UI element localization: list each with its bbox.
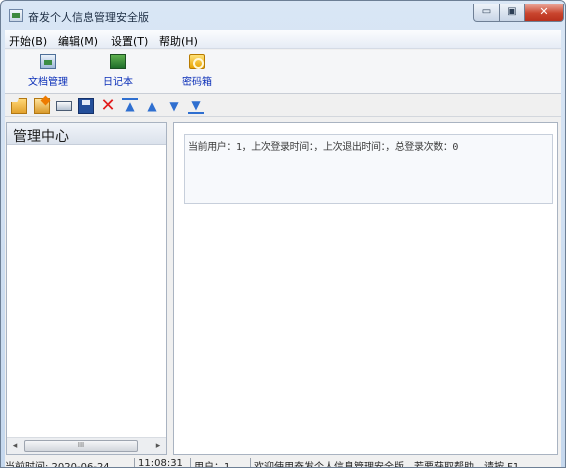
main-toolbar: 文档管理 日记本 密码箱	[5, 50, 561, 94]
content-panel: 当前用户：1，上次登录时间：，上次退出时间：，总登录次数：0	[173, 122, 558, 455]
status-message: 欢迎使用奋发个人信息管理安全版，若要获取帮助，请按 F1	[250, 458, 558, 467]
client-area: 开始(B) 编辑(M) 设置(T) 帮助(H) 文档管理 日记本 密码箱 ✕ ▲…	[5, 30, 561, 468]
status-bar: 当前时间: 2020-06-24 11:08:31 用户：1 欢迎使用奋发个人信…	[5, 458, 561, 468]
tree-header[interactable]: 管理中心	[7, 123, 166, 145]
status-date: 当前时间: 2020-06-24	[5, 462, 110, 468]
menu-edit[interactable]: 编辑(M)	[58, 33, 98, 49]
delete-icon[interactable]: ✕	[100, 97, 116, 115]
close-folder-icon[interactable]	[34, 98, 50, 114]
scroll-thumb[interactable]: III	[24, 440, 138, 452]
document-manager-button[interactable]: 文档管理	[22, 52, 74, 90]
edit-toolbar: ✕ ▲ ▲ ▼ ▼	[5, 95, 561, 117]
document-manager-label: 文档管理	[28, 77, 68, 88]
move-bottom-icon[interactable]: ▼	[188, 98, 204, 114]
status-user: 用户：1	[190, 458, 246, 467]
title-bar[interactable]: 奋发个人信息管理安全版 ▭ ▣ ✕	[1, 1, 565, 30]
move-top-icon[interactable]: ▲	[122, 98, 138, 114]
minimize-button[interactable]: ▭	[473, 4, 500, 22]
move-up-icon[interactable]: ▲	[144, 98, 160, 114]
save-icon[interactable]	[78, 98, 94, 114]
scroll-right-icon[interactable]: ▸	[150, 438, 166, 454]
diary-button[interactable]: 日记本	[92, 52, 144, 90]
menu-help[interactable]: 帮助(H)	[159, 33, 198, 49]
menu-settings[interactable]: 设置(T)	[111, 33, 148, 49]
login-info-text: 当前用户：1，上次登录时间：，上次退出时间：，总登录次数：0	[188, 142, 459, 153]
password-box-button[interactable]: 密码箱	[171, 52, 223, 90]
horizontal-scrollbar[interactable]: ◂ III ▸	[7, 437, 166, 454]
password-box-icon	[189, 54, 205, 69]
menu-bar: 开始(B) 编辑(M) 设置(T) 帮助(H)	[5, 30, 561, 49]
diary-label: 日记本	[103, 77, 133, 88]
move-down-icon[interactable]: ▼	[166, 98, 182, 114]
open-folder-icon[interactable]	[11, 98, 27, 114]
main-window: 奋发个人信息管理安全版 ▭ ▣ ✕ 开始(B) 编辑(M) 设置(T) 帮助(H…	[0, 0, 566, 468]
password-box-label: 密码箱	[182, 77, 212, 88]
app-icon[interactable]	[9, 9, 23, 22]
document-manager-icon	[40, 54, 56, 69]
maximize-button[interactable]: ▣	[499, 4, 525, 22]
properties-icon[interactable]	[56, 101, 72, 111]
window-title: 奋发个人信息管理安全版	[28, 11, 149, 24]
management-tree-panel[interactable]: 管理中心 ◂ III ▸	[6, 122, 167, 455]
menu-start[interactable]: 开始(B)	[9, 33, 47, 49]
login-info-box: 当前用户：1，上次登录时间：，上次退出时间：，总登录次数：0	[184, 134, 553, 204]
scroll-left-icon[interactable]: ◂	[7, 438, 23, 454]
status-time: 11:08:31	[134, 458, 186, 467]
close-button[interactable]: ✕	[524, 4, 564, 22]
diary-icon	[110, 54, 126, 69]
